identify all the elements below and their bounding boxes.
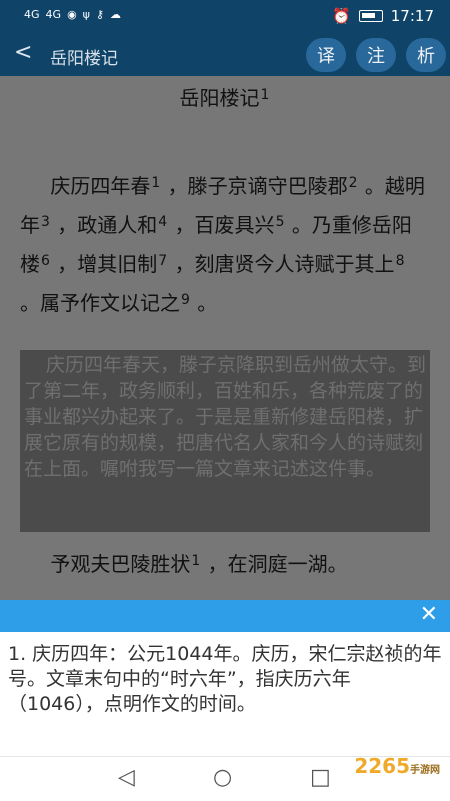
watermark-sub: 手游网 (410, 765, 440, 776)
paragraph-segment: ，滕子京谪守巴陵郡 (167, 174, 348, 198)
back-nav-icon[interactable]: ◁ (118, 765, 135, 790)
footnote-ref[interactable]: 4 (158, 214, 167, 230)
note-panel-header: ✕ (0, 600, 450, 632)
footnote-ref[interactable]: 7 (158, 253, 167, 269)
status-bar: 4G 4G ◉ ψ ⚷ ☁ ⏰ 17:17 (0, 0, 450, 34)
analyze-button[interactable]: 析 (406, 38, 446, 72)
clipped-text-line (20, 582, 28, 600)
home-icon[interactable]: ○ (213, 765, 232, 790)
footnote-ref[interactable]: 1 (261, 87, 270, 103)
translation-text: 庆历四年春天，滕子京降职到岳州做太守。到了第二年，政务顺利，百姓和乐，各种荒废了… (24, 354, 427, 480)
clock: 17:17 (390, 7, 434, 25)
footnote-ref[interactable]: 5 (276, 214, 285, 230)
alarm-icon: ⏰ (332, 7, 351, 25)
footnote-ref[interactable]: 3 (41, 214, 50, 230)
footnote-ref[interactable]: 9 (181, 292, 190, 308)
footnote-ref[interactable]: 1 (151, 175, 160, 191)
footnote-ref[interactable]: 2 (349, 175, 358, 191)
footnote-ref[interactable]: 1 (191, 553, 200, 569)
annotate-button[interactable]: 注 (356, 38, 396, 72)
recents-icon[interactable]: □ (310, 765, 331, 790)
status-right: ⏰ 17:17 (332, 7, 434, 25)
cloud-icon: ☁ (110, 8, 121, 21)
article-content: 岳阳楼记1 庆历四年春1 ，滕子京谪守巴陵郡2 。越明年3 ，政通人和4 ，百废… (0, 76, 450, 600)
close-icon[interactable]: ✕ (420, 602, 438, 627)
footnote-ref[interactable]: 6 (41, 253, 50, 269)
translation-block: 庆历四年春天，滕子京降职到岳州做太守。到了第二年，政务顺利，百姓和乐，各种荒废了… (20, 350, 430, 532)
key-icon: ⚷ (95, 8, 104, 21)
back-arrow-icon[interactable]: < (14, 40, 32, 65)
article-title-text: 岳阳楼记 (179, 86, 260, 110)
footnote-ref[interactable]: 8 (396, 253, 405, 269)
watermark-brand: 2265 (354, 754, 410, 778)
signal-icon: 4G (24, 8, 40, 21)
paragraph-segment: 。 (197, 291, 218, 315)
app-title: 岳阳楼记 (50, 49, 118, 69)
note-panel: 1. 庆历四年：公元1044年。庆历，宋仁宗赵祯的年号。文章末句中的“时六年”，… (0, 632, 450, 756)
paragraph-1: 庆历四年春1 ，滕子京谪守巴陵郡2 。越明年3 ，政通人和4 ，百废具兴5 。乃… (20, 168, 425, 324)
paragraph-segment: ，政通人和 (57, 213, 158, 237)
status-left-icons: 4G 4G ◉ ψ ⚷ ☁ (24, 8, 121, 21)
paragraph-segment: ，在洞庭一湖。 (207, 552, 348, 576)
paragraph-2: 予观夫巴陵胜状1 ，在洞庭一湖。 (20, 546, 425, 585)
paragraph-segment: 庆历四年春 (50, 174, 151, 198)
note-text: 1. 庆历四年：公元1044年。庆历，宋仁宗赵祯的年号。文章末句中的“时六年”，… (8, 643, 442, 715)
watermark-logo: 2265手游网 (354, 754, 440, 778)
paragraph-segment: 。属予作文以记之 (20, 291, 180, 315)
usb-icon: ψ (82, 8, 90, 21)
paragraph-segment: ，刻唐贤今人诗赋于其上 (174, 252, 395, 276)
app-bar: < 岳阳楼记 译 注 析 (0, 34, 450, 76)
article-title: 岳阳楼记1 (0, 82, 450, 111)
translate-button[interactable]: 译 (306, 38, 346, 72)
paragraph-segment: 予观夫巴陵胜状 (50, 552, 191, 576)
paragraph-segment: ，增其旧制 (57, 252, 158, 276)
signal-icon-2: 4G (45, 8, 62, 21)
paragraph-segment: ，百废具兴 (174, 213, 275, 237)
wechat-icon: ◉ (67, 8, 77, 21)
battery-icon (358, 10, 383, 22)
